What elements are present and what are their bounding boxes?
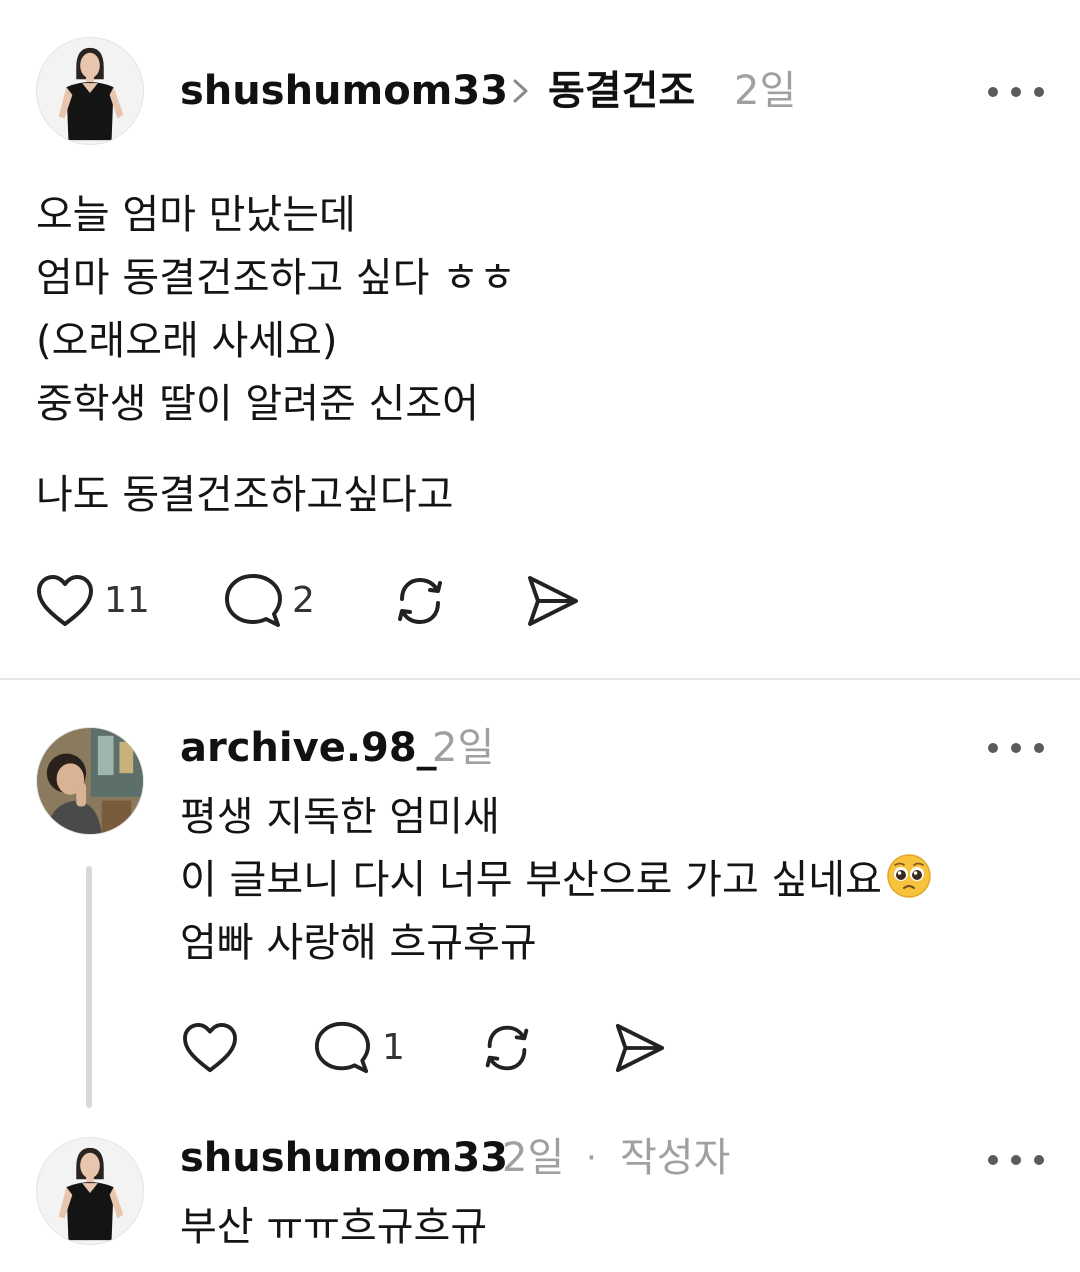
separator-dot: · [586, 1138, 597, 1178]
post-line: 중학생 딸이 알려준 신조어 [36, 381, 479, 427]
more-options-button[interactable] [988, 84, 1044, 100]
thread-connector-line [86, 866, 92, 1108]
more-icon [988, 743, 998, 753]
post-topic-tag[interactable]: 동결건조 [548, 67, 695, 115]
more-options-button[interactable] [988, 740, 1044, 756]
reply-line: 이 글보니 다시 너무 부산으로 가고 싶네요 [180, 857, 882, 903]
share-button[interactable] [612, 1022, 666, 1074]
repost-button[interactable] [390, 571, 450, 631]
post-line: 오늘 엄마 만났는데 [36, 192, 356, 238]
avatar-photo-woman-cafe [37, 728, 143, 834]
share-icon [528, 576, 578, 626]
comment-icon [225, 574, 282, 627]
share-icon [615, 1023, 665, 1073]
reply-line: 평생 지독한 엄미새 [180, 794, 500, 840]
avatar-woman-black-top [37, 1138, 143, 1244]
share-button[interactable] [524, 574, 580, 628]
heart-icon [183, 1022, 237, 1073]
more-options-button[interactable] [988, 1152, 1044, 1168]
heart-icon [37, 575, 93, 626]
comment-button[interactable]: 2 [224, 572, 315, 630]
thread-page: shushumom33 동결건조 2일 오늘 엄마 만났는데 엄마 동결건조하고… [0, 0, 1080, 1272]
post-username[interactable]: shushumom33 [180, 67, 508, 115]
chevron-right-icon [513, 79, 528, 103]
avatar[interactable] [36, 727, 144, 835]
reply-timestamp: 2일 [432, 725, 495, 771]
more-icon [988, 87, 998, 97]
avatar[interactable] [36, 37, 144, 145]
divider [0, 678, 1080, 680]
avatar-woman-black-top [37, 38, 143, 144]
repost-button[interactable] [478, 1019, 536, 1077]
post-body: 오늘 엄마 만났는데 엄마 동결건조하고 싶다 ㅎㅎ (오래오래 사세요) 중학… [36, 184, 516, 436]
like-button[interactable] [182, 1022, 238, 1074]
comment-count: 1 [382, 1027, 405, 1068]
reply-body: 평생 지독한 엄미새 이 글보니 다시 너무 부산으로 가고 싶네요 엄빠 사랑… [180, 786, 932, 975]
comment-count: 2 [292, 580, 315, 621]
avatar[interactable] [36, 1137, 144, 1245]
post-line: 엄마 동결건조하고 싶다 ㅎㅎ [36, 255, 516, 301]
post-timestamp: 2일 [734, 68, 797, 114]
comment-button[interactable]: 1 [314, 1020, 405, 1076]
post-line: (오래오래 사세요) [36, 318, 338, 364]
comment-icon [314, 1021, 370, 1074]
more-icon [988, 1155, 998, 1165]
repost-icon [485, 1025, 529, 1071]
reply-line: 부산 ㅠㅠ흐규흐규 [180, 1204, 488, 1250]
reply-timestamp: 2일 [502, 1135, 565, 1181]
post-body-paragraph: 나도 동결건조하고싶다고 [36, 464, 454, 527]
like-button[interactable]: 11 [36, 574, 150, 628]
like-count: 11 [104, 580, 150, 621]
repost-icon [398, 577, 442, 625]
author-badge: 작성자 [620, 1135, 731, 1181]
reply-username[interactable]: archive.98_ [180, 724, 437, 772]
pleading-face-icon [887, 854, 931, 898]
reply-line-with-emoji: 이 글보니 다시 너무 부산으로 가고 싶네요 [180, 849, 932, 912]
reply-username[interactable]: shushumom33 [180, 1134, 508, 1182]
post-line: 나도 동결건조하고싶다고 [36, 472, 454, 518]
reply-body: 부산 ㅠㅠ흐규흐규 [180, 1196, 487, 1259]
reply-line: 엄빠 사랑해 흐규후규 [180, 920, 537, 966]
